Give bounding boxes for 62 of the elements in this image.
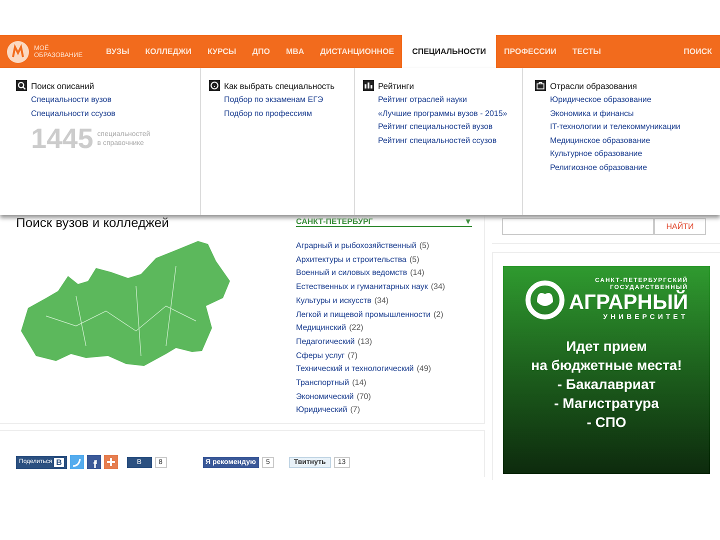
chart-icon [363,80,374,91]
leaf-emblem-icon [524,280,565,320]
banner-title: АГРАРНЫЙ [568,292,688,314]
menu-link[interactable]: Подбор по экзаменам ЕГЭ [224,93,354,106]
plus-icon[interactable] [104,455,118,469]
category-count: (5) [409,254,420,266]
menu-link[interactable]: «Лучшие программы вузов - 2015» [378,106,522,120]
category-count: (34) [374,294,389,307]
menu-link[interactable]: Рейтинг специальностей вузов [378,120,522,134]
category-count: (5) [419,240,430,252]
banner-headline: Идет прием [566,337,647,356]
banner-headline: на бюджетные места! [531,356,682,375]
region-dropdown[interactable]: САНКТ-ПЕТЕРБУРГ ▼ [296,215,472,227]
category-link[interactable]: Культуры и искусств [296,294,372,308]
banner-item: - Бакалавриат [557,375,656,394]
section-title[interactable]: Рейтинги [378,80,414,90]
menu-link[interactable]: Юридическое образование [550,93,720,106]
banner-item: - СПО [586,413,626,432]
category-link[interactable]: Архитектуры и строительства [296,252,406,266]
section-title[interactable]: Как выбрать специальность [224,80,335,90]
category-link[interactable]: Юридический [296,403,348,418]
category-count: (14) [410,267,424,280]
category-count: (7) [350,404,360,416]
panel-title: Поиск вузов и колледжей [16,215,170,230]
menu-link[interactable]: Медицинское образование [550,134,720,147]
category-link[interactable]: Военный и силовых ведомств [296,266,408,280]
category-link[interactable]: Педагогический [296,334,355,349]
category-count: (2) [434,308,444,321]
category-link[interactable]: Технический и технологический [296,362,414,376]
menu-link[interactable]: Культурное образование [550,147,720,160]
category-count: (34) [430,281,446,294]
search-icon [16,80,27,91]
menu-link[interactable]: Рейтинг специальностей ссузов [378,134,522,147]
menu-link[interactable]: Специальности вузов [31,93,200,106]
category-link[interactable]: Экономический [296,390,354,404]
facebook-icon[interactable] [86,455,101,469]
search-field[interactable] [502,218,654,235]
briefcase-icon [535,80,546,91]
section-title[interactable]: Поиск описаний [31,80,94,90]
nav-tab[interactable]: СПЕЦИАЛЬНОСТИ [402,35,496,68]
category-count: (70) [356,390,371,403]
menu-link[interactable]: Рейтинг отраслей науки [378,93,522,106]
menu-link[interactable]: Специальности ссузов [31,106,200,120]
section-title[interactable]: Отрасли образования [550,80,637,90]
menu-link[interactable]: IT-технологии и телекоммуникации [550,120,720,134]
category-link[interactable]: Медицинский [296,321,346,335]
menu-link[interactable]: Экономика и финансы [550,106,720,120]
banner-item: - Магистратура [554,394,659,413]
logo-icon [6,40,30,64]
category-count: (13) [358,336,372,348]
category-count: (14) [352,377,366,390]
search-button[interactable]: НАЙТИ [654,218,706,235]
category-link[interactable]: Легкой и пищевой промышленности [296,308,431,322]
menu-link[interactable]: Религиозное образование [550,160,720,174]
menu-link[interactable]: Подбор по профессиям [224,106,354,120]
category-count: (22) [349,322,364,334]
category-count: (49) [416,363,431,376]
category-link[interactable]: Сферы услуг [296,348,345,362]
category-count: (7) [348,350,358,362]
category-link[interactable]: Транспортный [296,376,350,390]
category-link[interactable]: Естественных и гуманитарных наук [296,280,428,294]
category-link[interactable]: Аграрный и рыбохозяйственный [296,239,416,253]
